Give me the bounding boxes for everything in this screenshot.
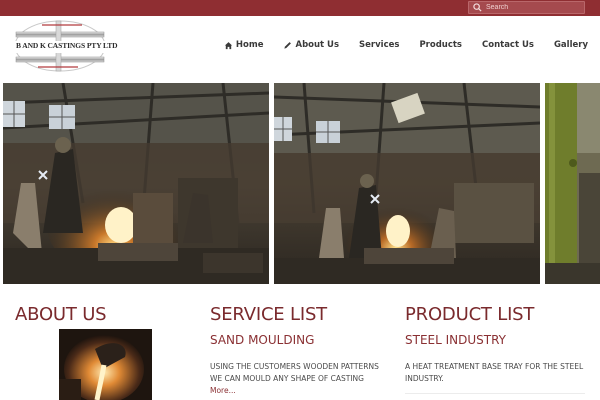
services-more-link[interactable]: More... — [210, 386, 236, 395]
pencil-icon — [284, 41, 292, 49]
search-box[interactable] — [468, 1, 585, 14]
hero-slide-foundry-2[interactable] — [274, 83, 540, 284]
services-subtitle[interactable]: SAND MOULDING — [210, 333, 390, 347]
nav-label-gallery: Gallery — [553, 40, 588, 50]
about-section: ABOUT US — [15, 304, 107, 325]
nav-item-home[interactable]: Home — [214, 40, 274, 50]
nav-item-about-us[interactable]: About Us — [273, 40, 349, 50]
hero-slide-foundry-1[interactable] — [3, 83, 269, 284]
services-description: USING THE CUSTOMERS WOODEN PATTERNS WE C… — [210, 361, 390, 397]
nav-label-home: Home — [235, 40, 264, 50]
nav-label-contact-us: Contact Us — [482, 40, 534, 50]
products-description: A HEAT TREATMENT BASE TRAY FOR THE STEEL… — [405, 361, 585, 385]
nav-item-contact-us[interactable]: Contact Us — [472, 40, 544, 50]
logo-text: B AND K CASTINGS PTY LTD — [16, 41, 118, 50]
about-title: ABOUT US — [15, 304, 107, 325]
nav-label-about-us: About Us — [295, 40, 340, 50]
about-image-pouring-metal — [59, 329, 152, 400]
nav-item-products[interactable]: Products — [409, 40, 472, 50]
nav-label-products: Products — [419, 40, 462, 50]
search-input[interactable] — [486, 2, 581, 13]
products-text: A HEAT TREATMENT BASE TRAY FOR THE STEEL… — [405, 362, 584, 383]
products-title: PRODUCT LIST — [405, 304, 535, 325]
logo[interactable]: B AND K CASTINGS PTY LTD — [12, 19, 118, 73]
hero-slider[interactable] — [0, 83, 600, 284]
services-section: SERVICE LIST SAND MOULDING USING THE CUS… — [210, 304, 390, 400]
products-subtitle[interactable]: STEEL INDUSTRY — [405, 333, 585, 347]
main-nav: Home About Us Services Products Contact … — [214, 40, 588, 50]
header: B AND K CASTINGS PTY LTD Home About Us S… — [0, 16, 600, 76]
hero-slide-foundry-3[interactable] — [545, 83, 600, 284]
services-text: USING THE CUSTOMERS WOODEN PATTERNS WE C… — [210, 362, 379, 383]
nav-item-services[interactable]: Services — [349, 40, 409, 50]
top-bar — [0, 0, 600, 16]
home-icon — [224, 41, 233, 49]
search-icon[interactable] — [473, 3, 482, 12]
services-title: SERVICE LIST — [210, 304, 327, 325]
products-divider — [405, 393, 585, 394]
products-section: PRODUCT LIST STEEL INDUSTRY A HEAT TREAT… — [405, 304, 585, 394]
nav-item-gallery[interactable]: Gallery — [544, 40, 588, 50]
nav-label-services: Services — [359, 40, 400, 50]
